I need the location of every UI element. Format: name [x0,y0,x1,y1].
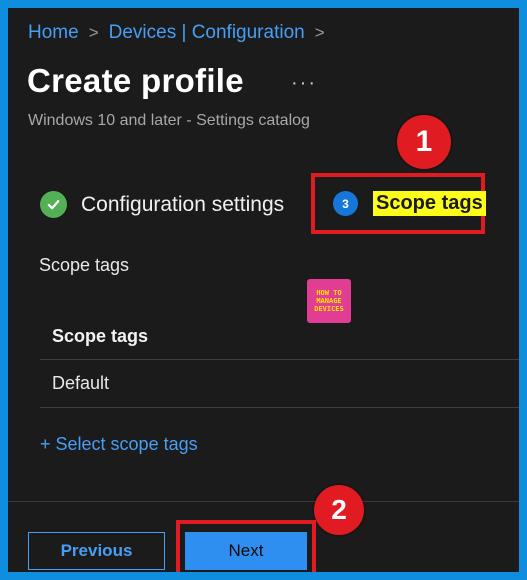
step-number-badge: 3 [333,191,358,216]
step-configuration-settings[interactable]: Configuration settings [40,191,284,218]
table-header: Scope tags [40,313,519,360]
chevron-right-icon: > [88,23,99,42]
breadcrumb: Home > Devices | Configuration > [28,22,335,44]
breadcrumb-devices-configuration[interactable]: Devices | Configuration [109,22,305,44]
chevron-right-icon: > [314,23,325,42]
select-scope-tags-link[interactable]: + Select scope tags [40,434,198,455]
check-icon [40,191,67,218]
divider [8,501,519,502]
step-scope-tags[interactable]: 3 Scope tags [333,191,486,216]
page-title: Create profile [27,62,244,99]
scope-tags-table: Scope tags Default [40,313,519,408]
annotation-marker-2: 2 [314,485,364,535]
more-options-icon[interactable]: ··· [291,72,317,95]
next-button[interactable]: Next [185,532,307,570]
breadcrumb-home[interactable]: Home [28,22,79,44]
section-label: Scope tags [39,255,130,275]
step-label: Configuration settings [81,192,285,216]
table-row: Default [40,360,519,408]
previous-button[interactable]: Previous [28,532,165,570]
annotation-marker-1: 1 [397,115,451,169]
page-subtitle: Windows 10 and later - Settings catalog [28,112,310,129]
app-window: Home > Devices | Configuration > Create … [8,8,519,572]
step-label: Scope tags [373,191,486,216]
